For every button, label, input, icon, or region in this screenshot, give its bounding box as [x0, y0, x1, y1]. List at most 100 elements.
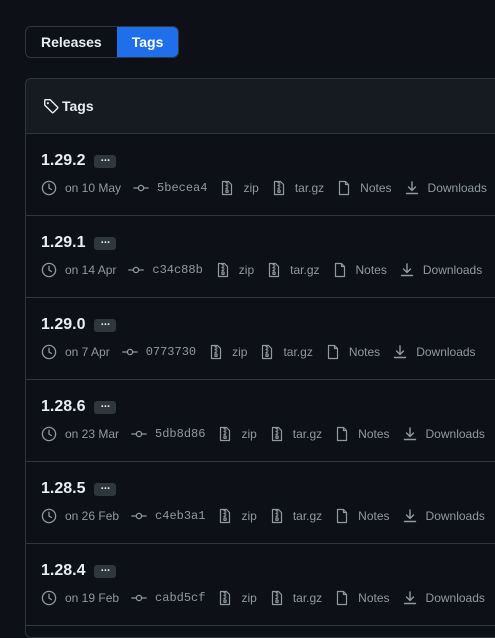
zip-label: zip [243, 181, 259, 195]
git-commit-icon [133, 180, 153, 196]
git-commit-icon [131, 426, 151, 442]
zip-download-link[interactable]: zip [208, 344, 247, 360]
commit-link[interactable]: 5becea4 [133, 180, 207, 196]
downloads-label: Downloads [425, 509, 485, 523]
targz-download-link[interactable]: tar.gz [269, 508, 322, 524]
file-icon [334, 508, 354, 524]
more-options-button[interactable]: ··· [94, 482, 117, 496]
git-commit-icon [131, 590, 151, 606]
targz-download-link[interactable]: tar.gz [266, 262, 320, 278]
notes-link[interactable]: Notes [325, 344, 380, 360]
commit-link[interactable]: c34c88b [128, 262, 203, 278]
notes-link[interactable]: Notes [334, 508, 390, 524]
tag-date: on 19 Feb [41, 590, 119, 606]
downloads-label: Downloads [427, 181, 487, 195]
notes-link[interactable]: Notes [334, 590, 390, 606]
tag-name-link[interactable]: 1.28.5 [41, 480, 85, 498]
more-options-button[interactable]: ··· [94, 564, 117, 578]
file-icon [336, 180, 356, 196]
targz-label: tar.gz [283, 345, 313, 359]
tag-name-link[interactable]: 1.28.6 [41, 398, 85, 416]
clock-icon [41, 262, 61, 278]
clock-icon [41, 590, 61, 606]
notes-label: Notes [360, 181, 392, 195]
targz-label: tar.gz [294, 181, 325, 195]
file-zip-icon [215, 262, 235, 278]
releases-tab-button[interactable]: Releases [26, 27, 117, 57]
git-commit-icon [128, 262, 148, 278]
file-zip-icon [217, 508, 237, 524]
tag-row: 1.29.2 ··· on 10 May 5becea4 zip tar.gz [26, 134, 495, 216]
downloads-label: Downloads [425, 591, 485, 605]
commit-link[interactable]: 0773730 [121, 344, 196, 360]
downloads-link[interactable]: Downloads [399, 262, 482, 278]
zip-download-link[interactable]: zip [217, 508, 257, 524]
tag-name-link[interactable]: 1.29.1 [41, 234, 85, 252]
more-options-button[interactable]: ··· [94, 318, 117, 332]
zip-download-link[interactable]: zip [217, 590, 257, 606]
tag-date-text: on 23 Mar [65, 427, 120, 441]
notes-label: Notes [348, 345, 381, 359]
file-zip-icon [269, 508, 289, 524]
targz-download-link[interactable]: tar.gz [269, 590, 322, 606]
clock-icon [41, 344, 61, 360]
targz-download-link[interactable]: tar.gz [271, 180, 324, 196]
file-zip-icon [208, 344, 228, 360]
file-icon [332, 262, 352, 278]
targz-download-link[interactable]: tar.gz [269, 426, 322, 442]
notes-link[interactable]: Notes [332, 262, 387, 278]
commit-link[interactable]: 5db8d86 [131, 426, 205, 442]
download-icon [402, 508, 422, 524]
zip-label: zip [241, 509, 257, 523]
more-options-button[interactable]: ··· [94, 400, 117, 414]
tag-icon [43, 98, 59, 114]
tag-name-link[interactable]: 1.29.2 [41, 152, 85, 170]
zip-label: zip [241, 427, 257, 441]
zip-download-link[interactable]: zip [215, 262, 254, 278]
tag-name-link[interactable]: 1.29.0 [41, 316, 85, 334]
downloads-label: Downloads [422, 263, 483, 277]
tag-date-text: on 26 Feb [65, 509, 120, 523]
file-zip-icon [269, 426, 289, 442]
targz-label: tar.gz [292, 509, 323, 523]
file-zip-icon [269, 590, 289, 606]
tag-row: 1.29.0 ··· on 7 Apr 0773730 zip tar.gz N… [26, 298, 495, 380]
zip-label: zip [238, 263, 255, 277]
tag-meta: on 14 Apr c34c88b zip tar.gz Notes Downl… [41, 262, 494, 278]
file-zip-icon [266, 262, 286, 278]
commit-sha: 5becea4 [157, 181, 208, 195]
git-commit-icon [121, 344, 142, 360]
tag-row: 1.28.5 ··· on 26 Feb c4eb3a1 zip tar.gz [26, 462, 495, 544]
downloads-link[interactable]: Downloads [402, 590, 485, 606]
notes-link[interactable]: Notes [334, 426, 390, 442]
tag-name-link[interactable]: 1.28.4 [41, 562, 85, 580]
notes-label: Notes [358, 591, 390, 605]
tag-date-text: on 7 Apr [65, 345, 110, 359]
targz-label: tar.gz [292, 591, 323, 605]
targz-download-link[interactable]: tar.gz [259, 344, 313, 360]
commit-link[interactable]: cabd5cf [131, 590, 205, 606]
tag-title-line: 1.28.4 ··· [41, 562, 117, 580]
zip-download-link[interactable]: zip [219, 180, 259, 196]
tag-title-line: 1.29.2 ··· [41, 152, 117, 170]
tags-tab-button[interactable]: Tags [116, 27, 179, 57]
download-icon [402, 590, 422, 606]
tag-date: on 7 Apr [41, 344, 110, 360]
downloads-link[interactable]: Downloads [392, 344, 476, 360]
more-options-button[interactable]: ··· [94, 154, 117, 168]
notes-link[interactable]: Notes [336, 180, 392, 196]
tags-list-box: Tags 1.29.2 ··· on 10 May 5becea4 zip ta… [25, 78, 495, 638]
tag-title-line: 1.28.5 ··· [41, 480, 117, 498]
tag-meta: on 26 Feb c4eb3a1 zip tar.gz Notes Downl… [41, 508, 495, 524]
zip-download-link[interactable]: zip [217, 426, 257, 442]
download-icon [392, 344, 412, 360]
git-commit-icon [131, 508, 151, 524]
downloads-link[interactable]: Downloads [402, 426, 485, 442]
notes-label: Notes [358, 427, 390, 441]
notes-label: Notes [355, 263, 387, 277]
commit-link[interactable]: c4eb3a1 [131, 508, 205, 524]
tags-list-title: Tags [62, 98, 94, 114]
downloads-link[interactable]: Downloads [404, 180, 487, 196]
downloads-link[interactable]: Downloads [402, 508, 485, 524]
more-options-button[interactable]: ··· [94, 236, 117, 250]
